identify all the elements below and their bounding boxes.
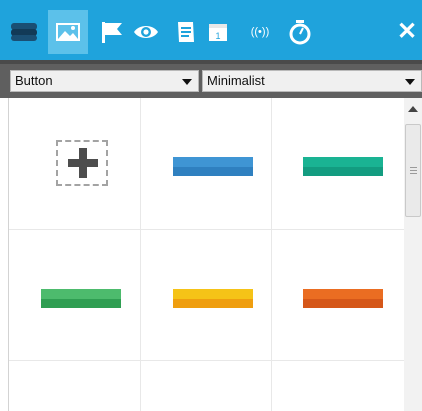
grid-divider bbox=[9, 360, 405, 361]
broadcast-button[interactable]: ((•)) bbox=[240, 10, 280, 54]
preview-button[interactable] bbox=[126, 10, 166, 54]
broadcast-icon: ((•)) bbox=[250, 26, 270, 38]
layers-button[interactable] bbox=[4, 10, 44, 54]
style-value: Minimalist bbox=[207, 73, 265, 88]
eye-icon bbox=[134, 26, 158, 38]
toolbar: 1 ((•)) ✕ bbox=[0, 0, 422, 64]
flag-icon bbox=[102, 22, 122, 43]
swatch-bottom bbox=[303, 299, 383, 308]
swatch-bottom bbox=[173, 299, 253, 308]
vertical-scrollbar[interactable] bbox=[404, 98, 422, 411]
calendar-icon: 1 bbox=[209, 24, 227, 41]
button-swatch-teal bbox=[303, 157, 383, 176]
add-tile-cell[interactable] bbox=[9, 98, 140, 229]
swatch-bottom bbox=[173, 167, 253, 176]
image-button[interactable] bbox=[48, 10, 88, 54]
scroll-up-arrow[interactable] bbox=[408, 106, 418, 112]
element-type-select[interactable]: Button bbox=[10, 70, 199, 92]
element-type-value: Button bbox=[15, 73, 53, 88]
swatch-bottom bbox=[303, 167, 383, 176]
filter-bar: Button Minimalist bbox=[0, 60, 422, 98]
button-swatch-blue bbox=[173, 157, 253, 176]
template-tile[interactable] bbox=[271, 229, 402, 360]
button-swatch-green bbox=[41, 289, 121, 308]
timer-button[interactable] bbox=[280, 10, 320, 54]
svg-text:1: 1 bbox=[215, 31, 220, 41]
note-icon bbox=[178, 22, 194, 42]
chevron-down-icon bbox=[405, 79, 415, 85]
plus-icon-bar bbox=[68, 159, 98, 167]
template-tile[interactable] bbox=[140, 229, 271, 360]
template-tile[interactable] bbox=[9, 229, 140, 360]
template-grid bbox=[8, 98, 422, 411]
image-icon bbox=[56, 23, 80, 41]
grip-line bbox=[410, 170, 417, 171]
swatch-top bbox=[173, 157, 253, 167]
add-button[interactable] bbox=[56, 140, 108, 186]
close-icon: ✕ bbox=[396, 18, 418, 45]
button-swatch-yellow bbox=[173, 289, 253, 308]
grip-line bbox=[410, 173, 417, 174]
chevron-down-icon bbox=[182, 79, 192, 85]
swatch-top bbox=[303, 157, 383, 167]
timer-icon bbox=[289, 20, 311, 45]
template-tile[interactable] bbox=[140, 98, 271, 229]
template-tile[interactable] bbox=[271, 98, 402, 229]
scroll-thumb[interactable] bbox=[405, 124, 421, 217]
swatch-top bbox=[173, 289, 253, 299]
style-select[interactable]: Minimalist bbox=[202, 70, 422, 92]
grip-line bbox=[410, 167, 417, 168]
calendar-button[interactable]: 1 bbox=[198, 10, 238, 54]
close-button[interactable]: ✕ bbox=[392, 10, 422, 54]
swatch-top bbox=[303, 289, 383, 299]
button-swatch-orange bbox=[303, 289, 383, 308]
swatch-bottom bbox=[41, 299, 121, 308]
layers-icon bbox=[11, 23, 37, 41]
swatch-top bbox=[41, 289, 121, 299]
